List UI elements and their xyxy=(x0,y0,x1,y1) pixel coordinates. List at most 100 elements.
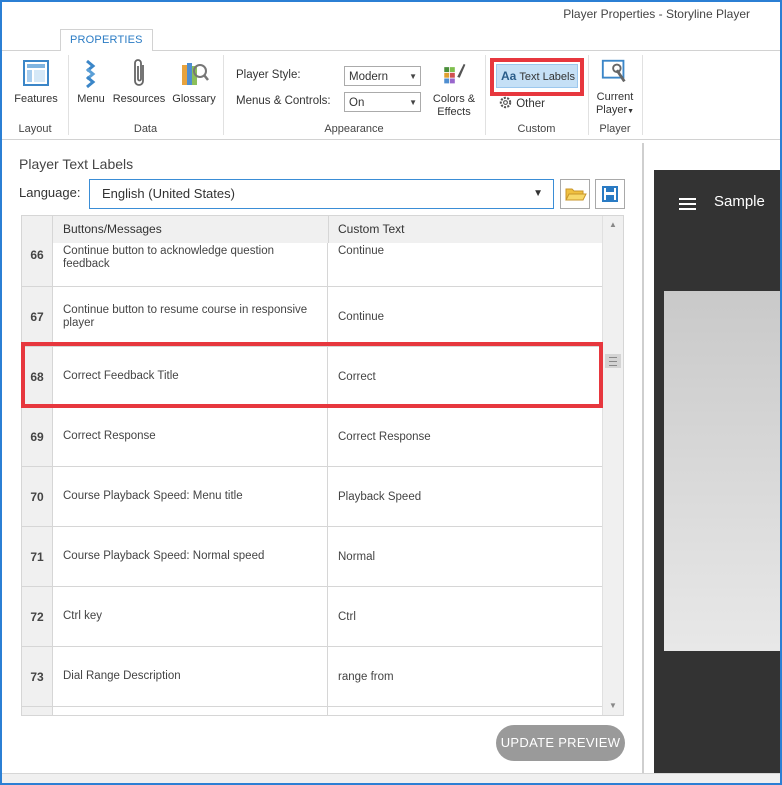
player-style-value: Modern xyxy=(349,71,388,83)
features-button[interactable]: Features xyxy=(12,57,60,106)
player-style-dropdown[interactable]: Modern ▼ xyxy=(344,66,421,86)
save-button[interactable] xyxy=(595,179,625,209)
scrollbar-thumb[interactable] xyxy=(605,354,621,368)
menus-controls-dropdown[interactable]: On ▼ xyxy=(344,92,421,112)
row-custom-text[interactable]: Correct Response xyxy=(328,407,604,466)
paperclip-icon xyxy=(134,59,144,86)
table-row[interactable]: 73 Dial Range Description range from xyxy=(22,647,604,707)
row-number: 71 xyxy=(22,527,53,586)
text-labels-table: Buttons/Messages Custom Text 66 Continue… xyxy=(21,215,624,716)
row-custom-text[interactable]: Ctrl xyxy=(328,587,604,646)
current-player-line2: Player xyxy=(595,104,628,116)
table-scrollbar[interactable]: ▲ ▼ xyxy=(602,216,623,715)
ribbon-tab-strip: PROPERTIES xyxy=(2,29,780,52)
row-number: 67 xyxy=(22,287,53,346)
row-number-partial xyxy=(22,707,53,715)
other-label: Other xyxy=(516,98,545,110)
table-row[interactable]: 66 Continue button to acknowledge questi… xyxy=(22,243,604,287)
row-message-partial xyxy=(53,707,328,715)
player-style-label: Player Style: xyxy=(236,69,301,81)
update-preview-button[interactable]: UPDATE PREVIEW xyxy=(496,725,625,761)
resources-label: Resources xyxy=(112,93,166,105)
player-properties-window: Player Properties - Storyline Player PRO… xyxy=(0,0,782,785)
open-file-button[interactable] xyxy=(560,179,590,209)
table-row[interactable]: 69 Correct Response Correct Response xyxy=(22,407,604,467)
features-label: Features xyxy=(14,93,58,105)
panel-title: Player Text Labels xyxy=(19,156,134,172)
row-message: Course Playback Speed: Menu title xyxy=(53,467,328,526)
row-number: 73 xyxy=(22,647,53,706)
group-separator xyxy=(642,55,643,135)
group-label-custom: Custom xyxy=(517,123,556,135)
row-message: Correct Response xyxy=(53,407,328,466)
row-custom-text[interactable]: Continue xyxy=(328,287,604,346)
table-header: Buttons/Messages Custom Text xyxy=(22,216,604,244)
row-message: Continue button to acknowledge question … xyxy=(53,243,328,286)
row-number: 70 xyxy=(22,467,53,526)
menus-controls-value: On xyxy=(349,97,365,109)
table-row[interactable]: 72 Ctrl key Ctrl xyxy=(22,587,604,647)
menu-icon xyxy=(86,59,96,89)
row-message: Continue button to resume course in resp… xyxy=(53,287,328,346)
status-bar xyxy=(2,773,780,783)
header-divider xyxy=(328,216,329,243)
chevron-down-icon: ▼ xyxy=(409,98,417,107)
highlight-box-row-68 xyxy=(21,342,603,408)
table-row[interactable]: 70 Course Playback Speed: Menu title Pla… xyxy=(22,467,604,527)
features-icon xyxy=(23,60,49,86)
group-label-data: Data xyxy=(133,123,158,135)
menu-label: Menu xyxy=(77,93,105,105)
panel-divider[interactable] xyxy=(642,143,644,773)
row-message: Ctrl key xyxy=(53,587,328,646)
language-dropdown[interactable]: English (United States) ▼ xyxy=(89,179,554,209)
row-custom-text[interactable]: range from xyxy=(328,647,604,706)
row-number: 69 xyxy=(22,407,53,466)
row-custom-text[interactable]: Continue xyxy=(328,243,604,288)
current-player-line1: Current xyxy=(596,91,634,103)
row-custom-text[interactable]: Normal xyxy=(328,527,604,586)
scroll-up-icon[interactable]: ▲ xyxy=(603,216,623,234)
highlight-box-text-labels xyxy=(490,58,584,96)
glossary-label: Glossary xyxy=(172,93,216,105)
scroll-down-icon[interactable]: ▼ xyxy=(603,697,623,715)
chevron-down-icon: ▼ xyxy=(533,188,543,199)
player-preview: Sample xyxy=(654,170,780,774)
resources-button[interactable]: Resources xyxy=(111,57,167,106)
row-custom-text[interactable]: Playback Speed xyxy=(328,467,604,526)
gear-icon xyxy=(499,96,512,109)
glossary-button[interactable]: Glossary xyxy=(170,57,218,106)
title-bar: Player Properties - Storyline Player xyxy=(2,2,780,28)
hamburger-menu-icon xyxy=(679,198,696,213)
table-row[interactable]: 71 Course Playback Speed: Normal speed N… xyxy=(22,527,604,587)
menu-button[interactable]: Menu xyxy=(74,57,108,106)
preview-course-title: Sample xyxy=(714,193,765,210)
palette-icon xyxy=(444,63,466,84)
folder-icon xyxy=(565,188,587,201)
tab-properties[interactable]: PROPERTIES xyxy=(60,29,153,52)
row-message: Dial Range Description xyxy=(53,647,328,706)
language-label: Language: xyxy=(19,185,81,200)
current-player-button[interactable]: Current Player▼ xyxy=(592,57,638,118)
colors-effects-line1: Colors & xyxy=(432,93,476,105)
group-label-player: Player xyxy=(599,123,631,135)
header-buttons-messages[interactable]: Buttons/Messages xyxy=(63,216,162,243)
player-settings-icon xyxy=(601,59,626,83)
table-row-partial xyxy=(22,707,604,715)
window-title: Player Properties - Storyline Player xyxy=(563,7,750,21)
row-message: Course Playback Speed: Normal speed xyxy=(53,527,328,586)
glossary-icon xyxy=(182,63,209,85)
header-custom-text[interactable]: Custom Text xyxy=(338,216,404,243)
table-row[interactable]: 67 Continue button to resume course in r… xyxy=(22,287,604,347)
preview-slide xyxy=(664,291,780,651)
colors-effects-button[interactable]: Colors & Effects xyxy=(428,59,480,119)
other-button[interactable]: Other xyxy=(498,95,545,110)
group-label-appearance: Appearance xyxy=(324,123,384,135)
save-icon xyxy=(602,186,618,202)
group-label-layout: Layout xyxy=(18,123,52,135)
row-number: 66 xyxy=(22,243,53,286)
row-number: 72 xyxy=(22,587,53,646)
colors-effects-line2: Effects xyxy=(437,106,471,118)
header-number-cell xyxy=(22,216,53,243)
dropdown-arrow-icon: ▼ xyxy=(627,108,635,115)
ribbon: Features Layout Menu Resources Glossary … xyxy=(2,51,780,140)
